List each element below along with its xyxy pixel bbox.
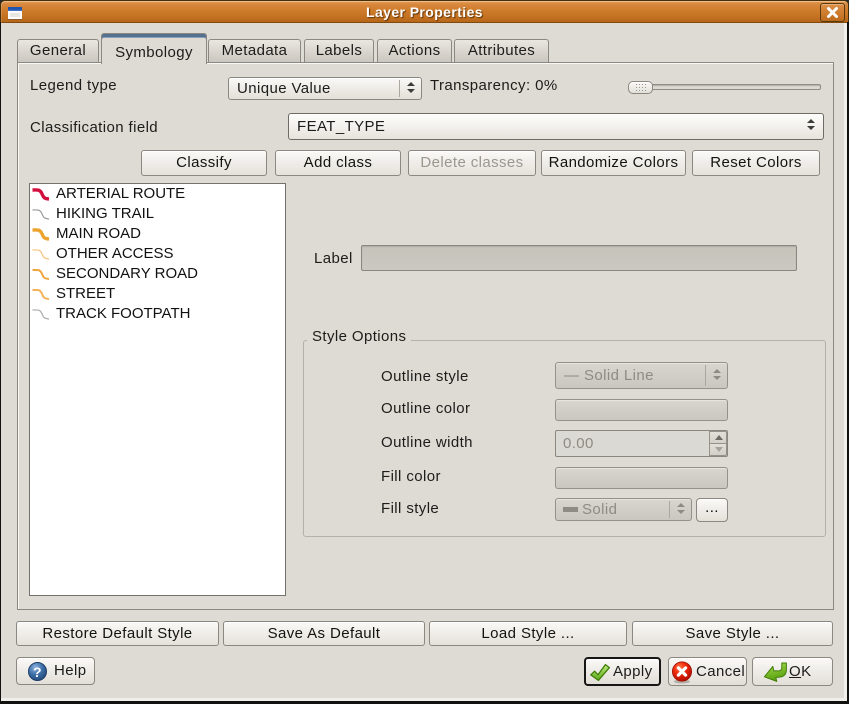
svg-text:?: ? xyxy=(33,664,42,680)
